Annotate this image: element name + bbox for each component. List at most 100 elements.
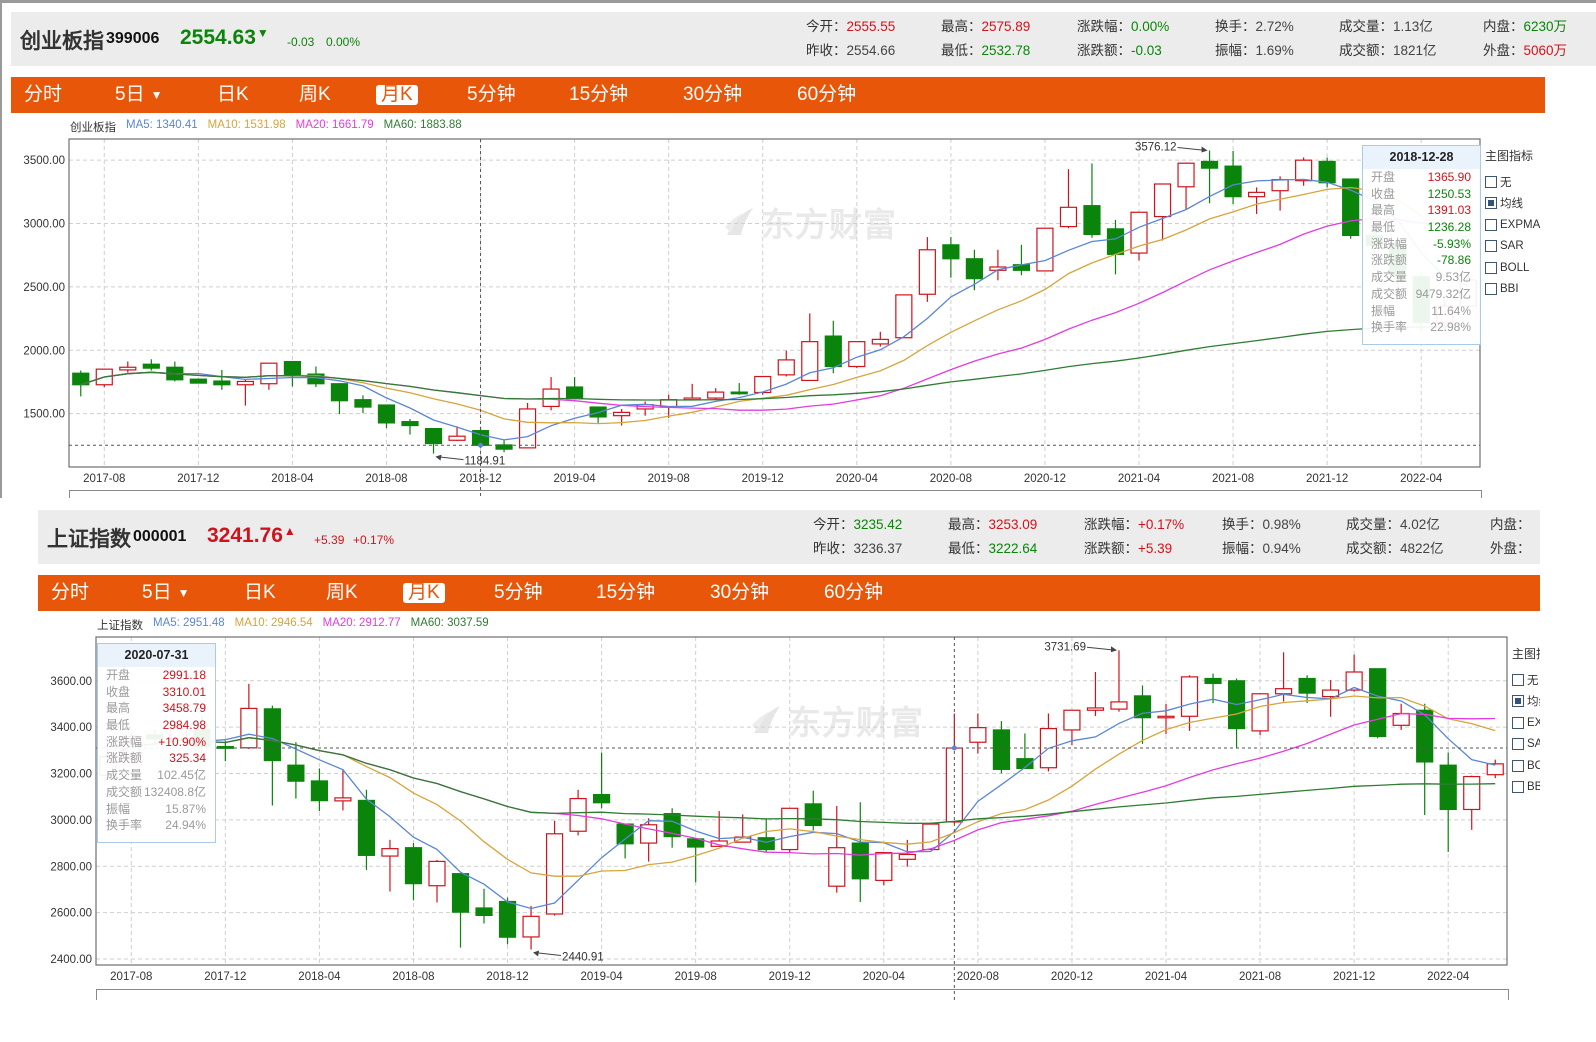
candle-down xyxy=(1200,160,1219,169)
x-tick-label: 2021-08 xyxy=(1212,473,1254,485)
checkbox[interactable] xyxy=(1485,218,1497,231)
checkbox[interactable] xyxy=(1485,197,1497,210)
candle-up xyxy=(240,707,258,749)
tooltip-value: 1250.53 xyxy=(1427,186,1471,201)
tooltip-value: 325.34 xyxy=(169,751,206,766)
indicator-option[interactable]: 无 xyxy=(1485,171,1540,193)
tooltip-value: 9479.32亿 xyxy=(1415,286,1471,301)
tooltip-label: 收盘 xyxy=(106,684,131,699)
indicator-option[interactable]: BBI xyxy=(1485,279,1540,301)
indicator-option[interactable]: BBI xyxy=(1512,777,1540,799)
tooltip-value: 102.45亿 xyxy=(157,768,206,783)
checkbox[interactable] xyxy=(1485,240,1497,253)
candle-up xyxy=(777,359,795,376)
candle-up xyxy=(260,362,278,385)
tooltip-value: 24.94% xyxy=(165,818,206,833)
x-tick-label: 2020-04 xyxy=(863,971,906,983)
checkbox[interactable] xyxy=(1512,695,1524,708)
candle-up xyxy=(1130,211,1148,254)
checkbox[interactable] xyxy=(1485,175,1497,188)
tooltip-row: 成交量 102.45亿 xyxy=(98,767,215,784)
candle-down xyxy=(498,900,517,938)
tooltip-row: 最高 3458.79 xyxy=(98,700,215,717)
tooltip-row: 涨跌幅 -5.93% xyxy=(1363,236,1480,253)
plot-border xyxy=(95,636,1508,966)
y-tick-label: 1500.00 xyxy=(23,409,65,421)
tooltip-label: 振幅 xyxy=(106,801,131,816)
candle-down xyxy=(354,399,372,408)
indicator-panel-title: 主图指标 xyxy=(1512,647,1540,661)
candle-down xyxy=(1106,228,1125,255)
candle-up xyxy=(334,797,352,802)
candle-down xyxy=(424,427,443,445)
candle-up xyxy=(522,915,540,938)
candle-up xyxy=(1463,775,1481,811)
min-arrow-icon xyxy=(533,950,540,957)
tooltip-value: 9.53亿 xyxy=(1435,270,1471,285)
x-tick-label: 2018-04 xyxy=(298,971,341,983)
x-tick-label: 2019-08 xyxy=(648,473,690,485)
candle-down xyxy=(593,794,611,804)
tooltip-row: 换手率 24.94% xyxy=(98,817,215,834)
indicator-option[interactable]: SAR xyxy=(1512,734,1540,756)
indicator-panel-title: 主图指标 xyxy=(1485,149,1534,163)
indicator-option[interactable]: 无 xyxy=(1512,669,1540,691)
tooltip-row: 涨跌额 -78.86 xyxy=(1363,252,1480,269)
tooltip-value: 15.87% xyxy=(165,801,206,816)
checkbox[interactable] xyxy=(1485,283,1497,296)
tooltip-value: -5.93% xyxy=(1432,236,1471,251)
indicator-option[interactable]: BOLL xyxy=(1485,257,1540,279)
ma20-line xyxy=(80,217,1469,411)
candle-up xyxy=(448,435,466,441)
min-value-label: 2440.91 xyxy=(562,951,604,963)
candle-up xyxy=(1247,191,1266,198)
max-arrow-icon xyxy=(1201,146,1208,153)
indicator-option[interactable]: 均线 xyxy=(1512,691,1540,713)
candle-down xyxy=(1416,709,1434,763)
candle-down xyxy=(566,386,584,400)
indicator-option[interactable]: EXPMA xyxy=(1485,214,1540,236)
indicator-option[interactable]: BOLL xyxy=(1512,755,1540,777)
checkbox[interactable] xyxy=(1485,261,1497,274)
tooltip-value: 2984.98 xyxy=(162,718,206,733)
candle-down xyxy=(142,363,160,369)
candle-down xyxy=(475,907,493,916)
tooltip-row: 收盘 1250.53 xyxy=(1363,186,1480,203)
candlestick-chart[interactable]: 1500.00 2000.00 2500.00 3000.00 3500.00 2017-… xyxy=(11,12,1596,498)
x-tick-label: 2021-04 xyxy=(1145,971,1188,983)
x-tick-label: 2017-12 xyxy=(204,971,246,983)
tooltip-label: 最低 xyxy=(106,718,131,733)
checkbox[interactable] xyxy=(1512,716,1524,729)
candle-tooltip: 2020-07-31 开盘 2991.18 收盘 3310.01 最高 3458.79 最低 2… xyxy=(97,643,216,843)
candlestick-chart[interactable]: 2400.00 2600.00 2800.00 3000.00 3200.00 3400.… xyxy=(38,510,1540,1000)
main-indicator-panel: 主图指标无均线 EXPMA SAR BOLL BBI xyxy=(1485,148,1540,300)
checkbox[interactable] xyxy=(1512,759,1524,772)
candle-up xyxy=(1036,227,1054,272)
candle-down xyxy=(804,803,822,827)
checkbox[interactable] xyxy=(1512,738,1524,751)
indicator-option[interactable]: SAR xyxy=(1485,236,1540,258)
candle-down xyxy=(310,780,329,802)
tooltip-date: 2020-07-31 xyxy=(98,644,215,667)
volume-subchart xyxy=(96,989,1509,1000)
tooltip-label: 换手率 xyxy=(1371,320,1408,335)
checkbox[interactable] xyxy=(1512,673,1524,686)
max-value-label: 3576.12 xyxy=(1135,142,1177,154)
candle-down xyxy=(404,847,423,885)
y-tick-label: 3200.00 xyxy=(50,769,92,781)
candle-down xyxy=(1224,165,1242,198)
tooltip-value: 1365.90 xyxy=(1427,170,1471,184)
candle-up xyxy=(1180,676,1199,717)
tooltip-label: 涨跌幅 xyxy=(106,734,143,749)
candle-up xyxy=(236,380,254,386)
checkbox[interactable] xyxy=(1512,781,1524,794)
indicator-option[interactable]: 均线 xyxy=(1485,193,1540,215)
candle-tooltip: 2018-12-28 开盘 1365.90 收盘 1250.53 最高 1391.03 最低 1… xyxy=(1362,145,1481,345)
candle-down xyxy=(824,335,842,368)
candles-group xyxy=(99,650,1504,950)
tooltip-row: 振幅 15.87% xyxy=(98,801,215,818)
x-tick-label: 2019-04 xyxy=(580,971,623,983)
tooltip-label: 最高 xyxy=(1371,203,1396,218)
indicator-option[interactable]: EXPMA xyxy=(1512,712,1540,734)
candle-up xyxy=(545,833,564,915)
